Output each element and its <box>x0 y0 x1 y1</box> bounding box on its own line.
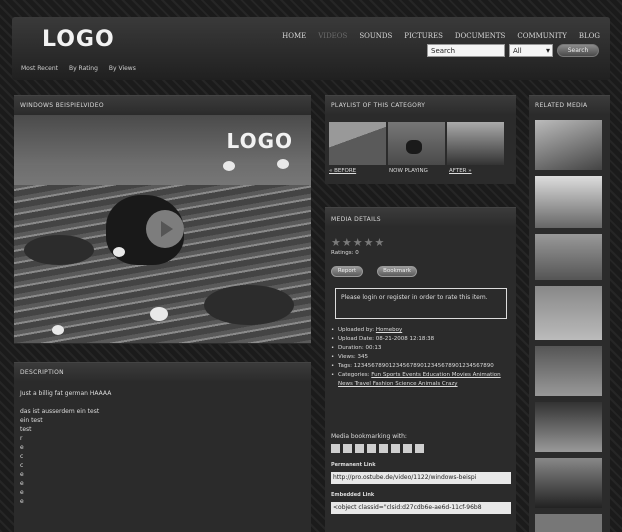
description-line: r <box>20 435 23 442</box>
video-frame-rock <box>24 235 94 265</box>
video-panel: WINDOWS BEISPIELVIDEO LOGO <box>14 95 311 344</box>
meta-uploaded-by: Uploaded by: Homeboy <box>331 326 513 335</box>
playlist-thumb-after[interactable] <box>447 122 504 165</box>
description-panel: DESCRIPTION Just a billig fat german HAA… <box>14 362 311 532</box>
playlist-thumb-before[interactable] <box>329 122 386 165</box>
related-media-title: RELATED MEDIA <box>529 96 610 115</box>
sort-nav: Most Recent By Rating By Views <box>21 65 136 72</box>
nav-sounds[interactable]: SOUNDS <box>359 32 392 40</box>
related-thumb[interactable] <box>535 346 602 396</box>
video-watermark-logo: LOGO <box>226 129 293 153</box>
search-input[interactable]: Search <box>427 44 505 57</box>
meta-upload-date: Upload Date: 08-21-2008 12:18:38 <box>331 335 513 344</box>
report-button[interactable]: Report <box>331 266 363 277</box>
related-thumb[interactable] <box>535 286 602 340</box>
sort-most-recent[interactable]: Most Recent <box>21 65 58 72</box>
meta-uploaded-by-label: Uploaded by: <box>338 327 375 333</box>
description-line: c <box>20 462 24 469</box>
description-body: Just a billig fat german HAAAA das ist a… <box>14 382 311 513</box>
video-frame-gull <box>113 247 125 257</box>
description-line: ein test <box>20 417 43 424</box>
bookmark-service-icon[interactable] <box>331 444 340 453</box>
bookmark-button[interactable]: Bookmark <box>377 266 417 277</box>
video-player[interactable]: LOGO <box>14 115 311 343</box>
video-frame-rock <box>204 285 294 325</box>
bookmark-service-icon[interactable] <box>391 444 400 453</box>
login-notice: Please login or register in order to rat… <box>335 288 507 319</box>
description-line: Just a billig fat german HAAAA <box>20 390 112 397</box>
video-title: WINDOWS BEISPIELVIDEO <box>14 96 311 115</box>
video-frame-gull <box>223 161 235 171</box>
nav-community[interactable]: COMMUNITY <box>517 32 567 40</box>
nav-home[interactable]: HOME <box>282 32 306 40</box>
related-thumb[interactable] <box>535 402 602 452</box>
permanent-link-field[interactable]: http://pro.ostube.de/video/1122/windows-… <box>331 472 511 484</box>
nav-blog[interactable]: BLOG <box>579 32 600 40</box>
bookmark-service-icon[interactable] <box>379 444 388 453</box>
site-logo[interactable]: LOGO <box>42 27 115 52</box>
description-line: c <box>20 453 24 460</box>
video-frame-gull <box>277 159 289 169</box>
meta-tags: Tags: 1234567890123456789012345678901234… <box>331 362 513 371</box>
description-line: e <box>20 471 24 478</box>
meta-categories: Categories: Fun Sports Events Education … <box>331 371 513 389</box>
bookmark-service-icon[interactable] <box>403 444 412 453</box>
sort-by-views[interactable]: By Views <box>109 65 136 72</box>
related-thumb[interactable] <box>535 176 602 228</box>
description-line: das ist ausserdem ein test <box>20 408 100 415</box>
video-frame-gull <box>150 307 168 321</box>
playlist-after-link[interactable]: AFTER » <box>449 168 509 174</box>
bookmark-service-icon[interactable] <box>355 444 364 453</box>
playlist-panel: PLAYLIST OF THIS CATEGORY « BEFORE NOW P… <box>325 95 516 184</box>
description-line: e <box>20 444 24 451</box>
search-button[interactable]: Search <box>557 44 599 57</box>
nav-pictures[interactable]: PICTURES <box>404 32 443 40</box>
permanent-link-label: Permanent Link <box>331 462 376 468</box>
sort-by-rating[interactable]: By Rating <box>69 65 98 72</box>
description-title: DESCRIPTION <box>14 363 311 382</box>
description-line: e <box>20 498 24 505</box>
embedded-link-field[interactable]: <object classid="clsid:d27cdb6e-ae6d-11c… <box>331 502 511 514</box>
playlist-thumb-now[interactable] <box>388 122 445 165</box>
playlist-now-label: NOW PLAYING <box>389 168 428 174</box>
video-frame-gull <box>52 325 64 335</box>
playlist-title: PLAYLIST OF THIS CATEGORY <box>325 96 516 115</box>
main-nav: HOME VIDEOS SOUNDS PICTURES DOCUMENTS CO… <box>282 32 600 40</box>
media-details-panel: MEDIA DETAILS ★★★★★ Ratings: 0 Report Bo… <box>325 207 516 532</box>
playlist-links: « BEFORE NOW PLAYING AFTER » <box>329 168 511 174</box>
meta-views: Views: 345 <box>331 353 513 362</box>
search-category-select[interactable]: All <box>509 44 553 57</box>
related-thumb[interactable] <box>535 234 602 280</box>
description-line <box>20 398 305 407</box>
bookmark-services <box>331 444 424 453</box>
description-line: e <box>20 480 24 487</box>
playlist-before-link[interactable]: « BEFORE <box>329 168 389 174</box>
nav-videos[interactable]: VIDEOS <box>318 32 347 40</box>
play-icon[interactable] <box>146 210 184 248</box>
media-details-title: MEDIA DETAILS <box>325 208 516 227</box>
meta-duration: Duration: 00:13 <box>331 344 513 353</box>
embedded-link-label: Embedded Link <box>331 492 375 498</box>
media-meta-list: Uploaded by: Homeboy Upload Date: 08-21-… <box>331 326 513 389</box>
description-line: e <box>20 489 24 496</box>
related-thumb[interactable] <box>535 120 602 170</box>
bookmark-service-icon[interactable] <box>343 444 352 453</box>
uploader-link[interactable]: Homeboy <box>376 327 402 333</box>
related-media-panel: RELATED MEDIA <box>529 95 610 532</box>
description-line: test <box>20 426 32 433</box>
bookmarking-label: Media bookmarking with: <box>331 433 407 440</box>
bookmark-service-icon[interactable] <box>415 444 424 453</box>
related-thumb[interactable] <box>535 514 602 532</box>
playlist-thumbnails <box>329 122 504 165</box>
nav-documents[interactable]: DOCUMENTS <box>455 32 505 40</box>
bookmark-service-icon[interactable] <box>367 444 376 453</box>
meta-categories-label: Categories: <box>338 372 370 378</box>
rating-stars[interactable]: ★★★★★ <box>331 236 385 249</box>
related-thumb[interactable] <box>535 458 602 508</box>
ratings-count: Ratings: 0 <box>331 250 359 256</box>
